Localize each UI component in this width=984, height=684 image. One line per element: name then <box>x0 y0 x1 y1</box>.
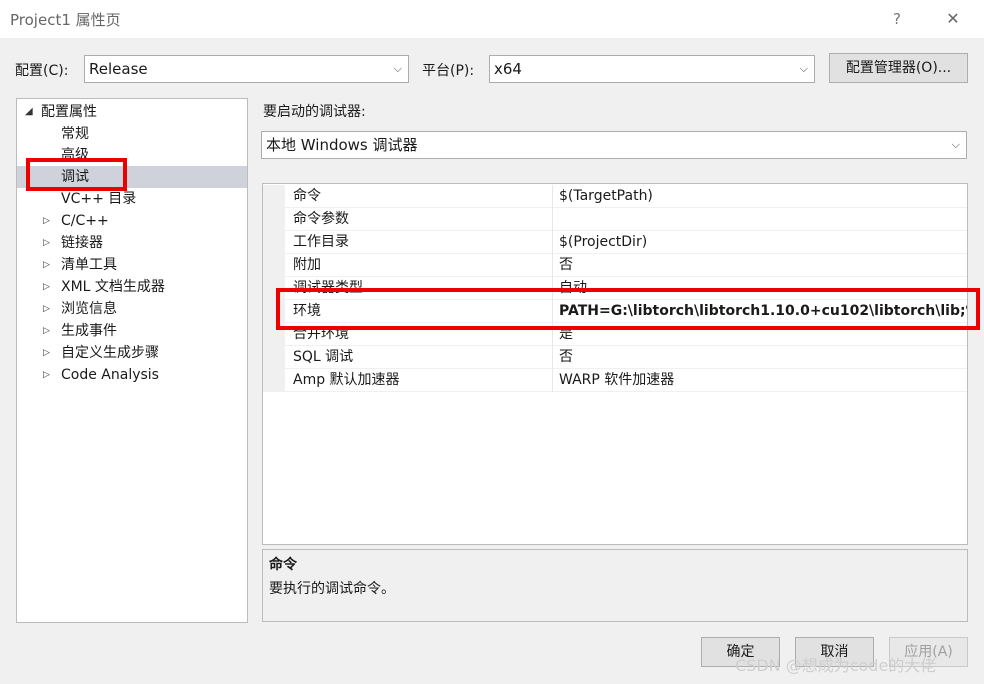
property-name: Amp 默认加速器 <box>293 369 553 392</box>
chevron-down-icon: ⌵ <box>951 138 960 151</box>
collapsed-triangle-icon: ▷ <box>43 348 50 358</box>
tree-root-label: 配置属性 <box>41 104 97 120</box>
tree-item-cpp[interactable]: ▷ C/C++ <box>17 210 247 232</box>
platform-label: 平台(P): <box>422 63 475 79</box>
tree-item-build-events[interactable]: ▷ 生成事件 <box>17 320 247 342</box>
window-title: Project1 属性页 <box>10 11 121 29</box>
property-row[interactable]: 合并环境 是 <box>263 323 967 346</box>
tree-item-browse-info[interactable]: ▷ 浏览信息 <box>17 298 247 320</box>
tree-item-label: 清单工具 <box>61 257 117 273</box>
tree-item-code-analysis[interactable]: ▷ Code Analysis <box>17 364 247 386</box>
property-value[interactable]: WARP 软件加速器 <box>559 369 967 392</box>
property-name: 附加 <box>293 254 553 277</box>
title-bar: Project1 属性页 ? ✕ <box>0 0 984 38</box>
property-row[interactable]: SQL 调试 否 <box>263 346 967 369</box>
property-name: 工作目录 <box>293 231 553 254</box>
property-row[interactable]: 工作目录 $(ProjectDir) <box>263 231 967 254</box>
chevron-down-icon: ⌵ <box>393 62 402 75</box>
tree-item-custom-build-step[interactable]: ▷ 自定义生成步骤 <box>17 342 247 364</box>
platform-value: x64 <box>494 60 522 78</box>
property-value[interactable]: 是 <box>559 323 967 346</box>
tree-item-label: 常规 <box>61 126 89 142</box>
collapsed-triangle-icon: ▷ <box>43 326 50 336</box>
tree-item-manifest-tool[interactable]: ▷ 清单工具 <box>17 254 247 276</box>
debugger-dropdown[interactable]: 本地 Windows 调试器 ⌵ <box>261 131 967 159</box>
collapsed-triangle-icon: ▷ <box>43 282 50 292</box>
description-panel: 命令 要执行的调试命令。 <box>262 549 968 622</box>
collapsed-triangle-icon: ▷ <box>43 370 50 380</box>
tree-item-xml-doc-generator[interactable]: ▷ XML 文档生成器 <box>17 276 247 298</box>
tree-item-label: XML 文档生成器 <box>61 279 165 295</box>
tree-item-vc-directories[interactable]: VC++ 目录 <box>17 188 247 210</box>
description-title: 命令 <box>269 557 297 573</box>
collapsed-triangle-icon: ▷ <box>43 260 50 270</box>
property-name: 调试器类型 <box>293 277 553 300</box>
expanded-triangle-icon: ◢ <box>25 106 33 117</box>
property-name: 命令 <box>293 185 553 208</box>
debugger-value: 本地 Windows 调试器 <box>266 136 418 154</box>
property-value[interactable]: $(ProjectDir) <box>559 231 967 254</box>
tree-item-label: 链接器 <box>61 235 103 251</box>
config-manager-button[interactable]: 配置管理器(O)... <box>829 53 968 83</box>
collapsed-triangle-icon: ▷ <box>43 216 50 226</box>
debugger-label: 要启动的调试器: <box>263 104 366 120</box>
platform-dropdown[interactable]: x64 ⌵ <box>489 55 815 83</box>
property-row[interactable]: 命令参数 <box>263 208 967 231</box>
property-value[interactable] <box>559 208 967 231</box>
config-dropdown[interactable]: Release ⌵ <box>84 55 409 83</box>
property-value[interactable]: 自动 <box>559 277 967 300</box>
property-row[interactable]: 调试器类型 自动 <box>263 277 967 300</box>
property-name: 命令参数 <box>293 208 553 231</box>
config-value: Release <box>89 60 148 78</box>
property-row[interactable]: 环境 PATH=G:\libtorch\libtorch1.10.0+cu102… <box>263 300 967 323</box>
property-grid: 命令 $(TargetPath) 命令参数 工作目录 $(ProjectDir)… <box>262 183 968 545</box>
property-value[interactable]: 否 <box>559 254 967 277</box>
property-value[interactable]: 否 <box>559 346 967 369</box>
tree-item-label: 生成事件 <box>61 323 117 339</box>
tree-item-label: 浏览信息 <box>61 301 117 317</box>
tree-item-label: 自定义生成步骤 <box>61 345 159 361</box>
property-value[interactable]: PATH=G:\libtorch\libtorch1.10.0+cu102\li… <box>559 300 967 323</box>
tree-item-advanced[interactable]: 高级 <box>17 144 247 166</box>
property-tree: ◢ 配置属性 常规 高级 调试 VC++ 目录 ▷ C/C++ ▷ 链接器 ▷ … <box>16 98 248 623</box>
tree-root[interactable]: ◢ 配置属性 <box>17 101 247 123</box>
tree-item-debugging[interactable]: 调试 <box>17 166 247 188</box>
config-label: 配置(C): <box>15 63 69 79</box>
tree-item-label: 调试 <box>61 169 89 185</box>
collapsed-triangle-icon: ▷ <box>43 238 50 248</box>
property-value[interactable]: $(TargetPath) <box>559 185 967 208</box>
tree-item-label: Code Analysis <box>61 367 159 383</box>
tree-item-general[interactable]: 常规 <box>17 123 247 145</box>
tree-item-label: 高级 <box>61 147 89 163</box>
help-button[interactable]: ? <box>886 8 908 30</box>
property-row[interactable]: 命令 $(TargetPath) <box>263 185 967 208</box>
tree-item-label: C/C++ <box>61 213 109 229</box>
chevron-down-icon: ⌵ <box>799 62 808 75</box>
property-name: SQL 调试 <box>293 346 553 369</box>
watermark: CSDN @想成为code的大佬 <box>735 656 937 675</box>
collapsed-triangle-icon: ▷ <box>43 304 50 314</box>
property-name: 环境 <box>293 300 553 323</box>
property-row[interactable]: Amp 默认加速器 WARP 软件加速器 <box>263 369 967 392</box>
property-name: 合并环境 <box>293 323 553 346</box>
close-button[interactable]: ✕ <box>938 6 968 32</box>
tree-item-label: VC++ 目录 <box>61 191 137 207</box>
tree-item-linker[interactable]: ▷ 链接器 <box>17 232 247 254</box>
property-row[interactable]: 附加 否 <box>263 254 967 277</box>
description-text: 要执行的调试命令。 <box>269 581 395 597</box>
